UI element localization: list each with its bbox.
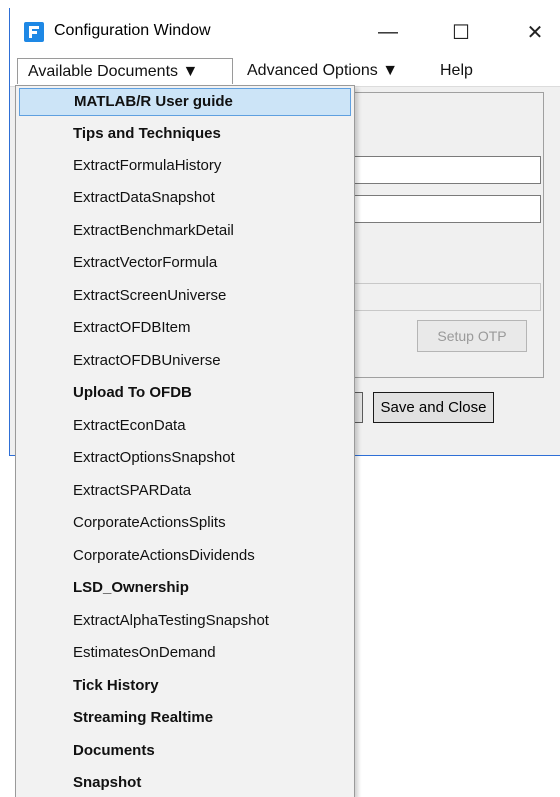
app-logo-icon bbox=[24, 22, 44, 42]
save-and-close-button[interactable]: Save and Close bbox=[373, 392, 494, 423]
title-bar[interactable]: Configuration Window — ☐ ✕ bbox=[10, 8, 560, 54]
dropdown-item-tick-history[interactable]: Tick History bbox=[19, 672, 351, 700]
dropdown-item-extractvectorformula[interactable]: ExtractVectorFormula bbox=[19, 249, 351, 277]
menu-help[interactable]: Help bbox=[434, 58, 479, 84]
text-field-1[interactable] bbox=[341, 156, 541, 184]
dropdown-item-extracteconddata[interactable]: ExtractEconData bbox=[19, 412, 351, 440]
dropdown-item-estimatesondemand[interactable]: EstimatesOnDemand bbox=[19, 639, 351, 667]
maximize-button[interactable]: ☐ bbox=[438, 14, 484, 50]
dropdown-item-snapshot[interactable]: Snapshot bbox=[19, 769, 351, 797]
dropdown-item-documents[interactable]: Documents bbox=[19, 737, 351, 765]
close-button[interactable]: ✕ bbox=[512, 14, 558, 50]
text-field-disabled bbox=[341, 283, 541, 311]
dropdown-item-corporateactionsdividends[interactable]: CorporateActionsDividends bbox=[19, 542, 351, 570]
dropdown-item-corporateactionssplits[interactable]: CorporateActionsSplits bbox=[19, 509, 351, 537]
dropdown-item-extractofdbuniverse[interactable]: ExtractOFDBUniverse bbox=[19, 347, 351, 375]
menu-bar: Available Documents ▼ Advanced Options ▼… bbox=[10, 54, 560, 87]
dropdown-item-tips-and-techniques[interactable]: Tips and Techniques bbox=[19, 120, 351, 148]
available-documents-dropdown: MATLAB/R User guide Tips and Techniques … bbox=[15, 85, 355, 797]
dropdown-item-extractalphatestingsnapshot[interactable]: ExtractAlphaTestingSnapshot bbox=[19, 607, 351, 635]
dropdown-item-extractformulahistory[interactable]: ExtractFormulaHistory bbox=[19, 152, 351, 180]
dropdown-item-extractoptionssnapshot[interactable]: ExtractOptionsSnapshot bbox=[19, 444, 351, 472]
dropdown-item-extractofdbitem[interactable]: ExtractOFDBItem bbox=[19, 314, 351, 342]
dropdown-item-lsd-ownership[interactable]: LSD_Ownership bbox=[19, 574, 351, 602]
dropdown-item-extractdatasnapshot[interactable]: ExtractDataSnapshot bbox=[19, 184, 351, 212]
window-title: Configuration Window bbox=[54, 22, 211, 39]
dropdown-item-extractscreenuniverse[interactable]: ExtractScreenUniverse bbox=[19, 282, 351, 310]
menu-available-documents[interactable]: Available Documents ▼ bbox=[17, 58, 233, 84]
dropdown-item-extractspardata[interactable]: ExtractSPARData bbox=[19, 477, 351, 505]
text-field-2[interactable] bbox=[341, 195, 541, 223]
menu-advanced-options[interactable]: Advanced Options ▼ bbox=[241, 58, 404, 84]
setup-otp-button: Setup OTP bbox=[417, 320, 527, 352]
dropdown-item-upload-to-ofdb[interactable]: Upload To OFDB bbox=[19, 379, 351, 407]
dropdown-item-streaming-realtime[interactable]: Streaming Realtime bbox=[19, 704, 351, 732]
dropdown-item-matlab-r-user-guide[interactable]: MATLAB/R User guide bbox=[19, 88, 351, 116]
minimize-button[interactable]: — bbox=[365, 14, 411, 50]
dropdown-item-extractbenchmarkdetail[interactable]: ExtractBenchmarkDetail bbox=[19, 217, 351, 245]
